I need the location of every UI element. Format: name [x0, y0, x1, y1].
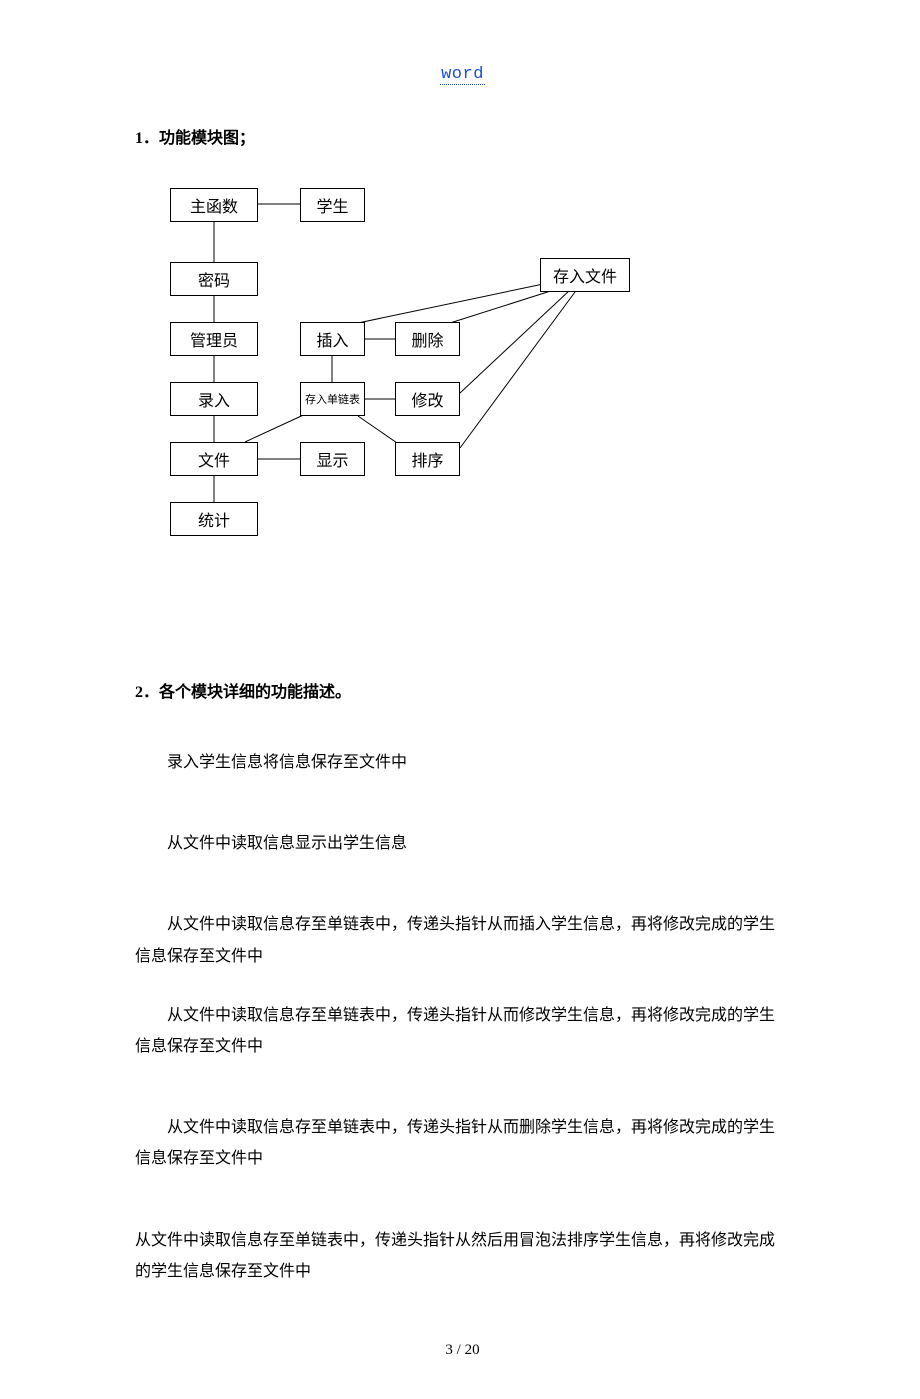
- desc-p5-line1: 从文件中读取信息存至单链表中，传递头指针从而删除学生信息，再将修改完成的学生: [135, 1112, 790, 1143]
- desc-p1: 录入学生信息将信息保存至文件中: [135, 747, 790, 778]
- function-module-diagram: 主函数 学生 密码 存入文件 管理员 插入 删除 录入 存入单链表 修改 文件 …: [170, 188, 730, 588]
- desc-p2: 从文件中读取信息显示出学生信息: [135, 828, 790, 859]
- desc-p5: 从文件中读取信息存至单链表中，传递头指针从而删除学生信息，再将修改完成的学生 信…: [135, 1112, 790, 1174]
- desc-p4-line1: 从文件中读取信息存至单链表中，传递头指针从而修改学生信息，再将修改完成的学生: [135, 1000, 790, 1031]
- box-linkedlist: 存入单链表: [300, 382, 365, 416]
- page-number: 3 / 20: [135, 1342, 790, 1359]
- box-sort: 排序: [395, 442, 460, 476]
- box-main: 主函数: [170, 188, 258, 222]
- desc-p4-line2: 信息保存至文件中: [135, 1038, 263, 1055]
- box-delete: 删除: [395, 322, 460, 356]
- box-modify: 修改: [395, 382, 460, 416]
- box-stats: 统计: [170, 502, 258, 536]
- desc-p6-line1: 从文件中读取信息存至单链表中，传递头指针从然后用冒泡法排序学生信息，再将修改完成: [135, 1232, 775, 1249]
- desc-p3-line1: 从文件中读取信息存至单链表中，传递头指针从而插入学生信息，再将修改完成的学生: [135, 909, 790, 940]
- desc-p3-line2: 信息保存至文件中: [135, 948, 263, 965]
- box-admin: 管理员: [170, 322, 258, 356]
- header-link[interactable]: word: [135, 65, 790, 84]
- header-link-text: word: [440, 65, 485, 85]
- box-password: 密码: [170, 262, 258, 296]
- desc-p5-line2: 信息保存至文件中: [135, 1150, 263, 1167]
- box-student: 学生: [300, 188, 365, 222]
- desc-p3: 从文件中读取信息存至单链表中，传递头指针从而插入学生信息，再将修改完成的学生 信…: [135, 909, 790, 971]
- desc-p6-line2: 的学生信息保存至文件中: [135, 1263, 311, 1280]
- box-file: 文件: [170, 442, 258, 476]
- box-insert: 插入: [300, 322, 365, 356]
- section-2-title: 2．各个模块详细的功能描述。: [135, 678, 790, 702]
- box-input: 录入: [170, 382, 258, 416]
- section-1-title: 1．功能模块图；: [135, 124, 790, 148]
- desc-p6: 从文件中读取信息存至单链表中，传递头指针从然后用冒泡法排序学生信息，再将修改完成…: [135, 1225, 790, 1287]
- box-savefile: 存入文件: [540, 258, 630, 292]
- box-show: 显示: [300, 442, 365, 476]
- desc-p4: 从文件中读取信息存至单链表中，传递头指针从而修改学生信息，再将修改完成的学生 信…: [135, 1000, 790, 1062]
